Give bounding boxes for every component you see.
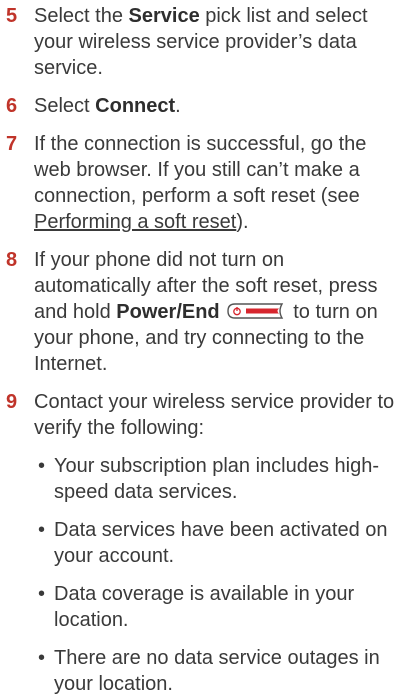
step-6: 6 Select Connect. bbox=[0, 93, 412, 119]
step-text: . bbox=[175, 95, 181, 117]
step-text: If the connection is successful, go the … bbox=[34, 133, 367, 207]
power-end-term: Power/End bbox=[116, 301, 220, 323]
bullet-icon: • bbox=[38, 583, 46, 605]
step-number: 9 bbox=[6, 391, 18, 413]
step-number: 6 bbox=[6, 95, 18, 117]
step-9: 9 Contact your wireless service provider… bbox=[0, 389, 412, 697]
list-item-text: Your subscription plan includes high-spe… bbox=[54, 455, 380, 503]
bullet-icon: • bbox=[38, 519, 46, 541]
step-7: 7 If the connection is successful, go th… bbox=[0, 131, 412, 235]
soft-reset-link[interactable]: Performing a soft reset bbox=[34, 211, 236, 233]
list-item-text: Data services have been activated on you… bbox=[54, 519, 388, 567]
step-text: Contact your wireless service provider t… bbox=[34, 391, 395, 439]
service-term: Service bbox=[128, 5, 200, 27]
bullet-icon: • bbox=[38, 647, 46, 669]
instruction-page: 5 Select the Service pick list and selec… bbox=[0, 0, 412, 695]
list-item-text: Data coverage is available in your locat… bbox=[54, 583, 355, 631]
list-item-text: There are no data service outages in you… bbox=[54, 647, 380, 695]
connect-term: Connect bbox=[95, 95, 176, 117]
step-number: 5 bbox=[6, 5, 18, 27]
step-number: 7 bbox=[6, 133, 18, 155]
step-text: ). bbox=[236, 211, 249, 233]
step-5: 5 Select the Service pick list and selec… bbox=[0, 3, 412, 81]
step-text: Select bbox=[34, 95, 96, 117]
verification-list: • Your subscription plan includes high-sp… bbox=[34, 453, 404, 697]
step-text: Select the bbox=[34, 5, 129, 27]
list-item: • Data coverage is available in your loca… bbox=[34, 581, 404, 633]
step-8: 8 If your phone did not turn on automati… bbox=[0, 247, 412, 377]
list-item: • Data services have been activated on yo… bbox=[34, 517, 404, 569]
list-item: • There are no data service outages in yo… bbox=[34, 645, 404, 697]
power-end-key-icon bbox=[226, 302, 284, 320]
step-number: 8 bbox=[6, 249, 18, 271]
bullet-icon: • bbox=[38, 455, 46, 477]
list-item: • Your subscription plan includes high-sp… bbox=[34, 453, 404, 505]
